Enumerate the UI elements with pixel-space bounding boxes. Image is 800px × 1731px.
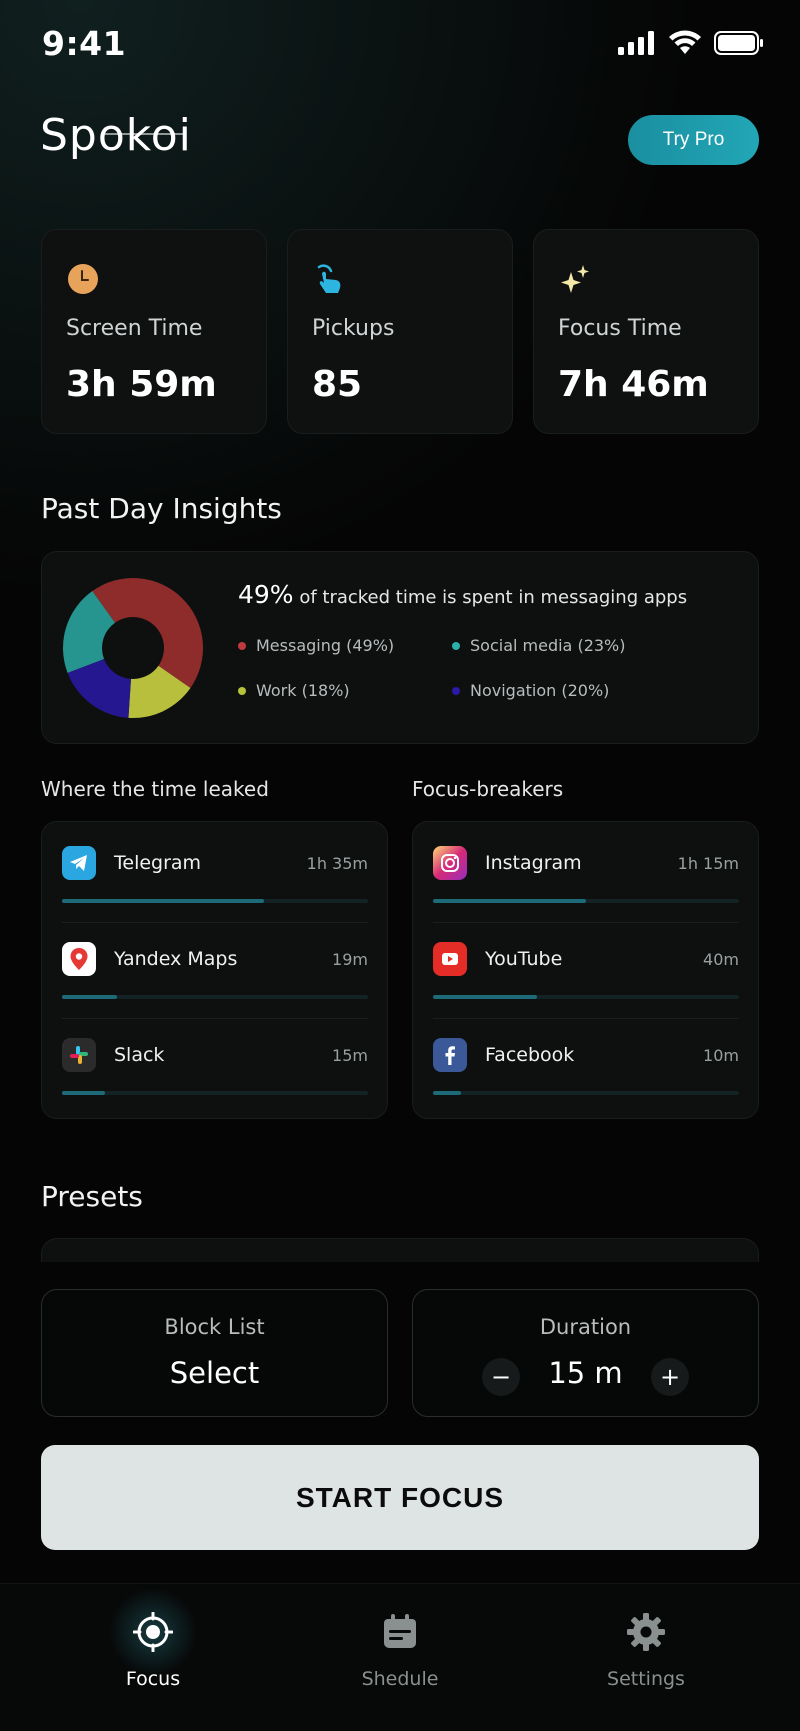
focus-breakers-card: Instagram 1h 15m YouTube 40m Facebook 10… xyxy=(412,821,759,1119)
usage-bar-fill xyxy=(62,995,118,999)
usage-bar-fill xyxy=(433,995,538,999)
usage-bar xyxy=(62,899,368,903)
legend-label: Work (18%) xyxy=(256,681,350,700)
legend-dot xyxy=(452,641,460,650)
app-name: Yandex Maps xyxy=(114,948,238,970)
instagram-icon xyxy=(433,846,467,880)
usage-bar-fill xyxy=(433,1091,461,1095)
app-row-youtube[interactable]: YouTube 40m xyxy=(433,918,739,1014)
status-time: 9:41 xyxy=(42,24,127,63)
legend-label: Social media (23%) xyxy=(470,636,626,655)
presets-title: Presets xyxy=(41,1180,143,1213)
duration-control: Duration 15 m − + xyxy=(412,1289,759,1417)
stat-label: Pickups xyxy=(312,316,395,341)
usage-bar xyxy=(433,899,739,903)
usage-bar xyxy=(433,995,739,999)
duration-decrease-button[interactable]: − xyxy=(482,1358,520,1396)
nav-item-schedule[interactable]: Shedule xyxy=(300,1610,500,1690)
nav-label: Settings xyxy=(607,1668,685,1690)
stat-label: Focus Time xyxy=(558,316,682,341)
stat-card-pickups[interactable]: Pickups 85 xyxy=(287,229,513,434)
duration-increase-button[interactable]: + xyxy=(651,1358,689,1396)
headline-percent: 49% xyxy=(238,580,294,609)
calendar-icon xyxy=(378,1610,422,1654)
insights-donut-chart xyxy=(62,578,203,718)
stat-value: 7h 46m xyxy=(558,364,709,405)
block-list-value: Select xyxy=(169,1356,260,1390)
usage-bar-fill xyxy=(62,1091,105,1095)
app-time: 10m xyxy=(703,1046,739,1065)
nav-item-focus[interactable]: Focus xyxy=(53,1587,253,1690)
wifi-icon xyxy=(669,30,701,54)
telegram-icon xyxy=(62,846,96,880)
app-time: 19m xyxy=(332,950,368,969)
legend-item: Social media (23%) xyxy=(452,636,626,655)
legend-item: Novigation (20%) xyxy=(452,681,609,700)
signal-icon xyxy=(618,30,654,55)
app-time: 15m xyxy=(332,1046,368,1065)
youtube-icon xyxy=(433,942,467,976)
insights-headline: 49% of tracked time is spent in messagin… xyxy=(238,580,687,609)
usage-bar-fill xyxy=(62,899,264,903)
block-list-selector[interactable]: Block List Select xyxy=(41,1289,388,1417)
facebook-icon xyxy=(433,1038,467,1072)
legend-dot xyxy=(238,686,246,695)
app-row-slack[interactable]: Slack 15m xyxy=(62,1014,368,1110)
duration-label: Duration xyxy=(539,1315,632,1339)
stat-value: 3h 59m xyxy=(66,364,217,405)
app-name: Telegram xyxy=(114,852,202,874)
usage-bar xyxy=(62,1091,368,1095)
clock-icon xyxy=(68,264,98,294)
headline-text: of tracked time is spent in messaging ap… xyxy=(299,587,688,608)
app-row-facebook[interactable]: Facebook 10m xyxy=(433,1014,739,1110)
stat-card-focus-time[interactable]: Focus Time 7h 46m xyxy=(533,229,759,434)
gear-icon xyxy=(624,1610,668,1654)
legend-label: Novigation (20%) xyxy=(470,681,610,700)
logo-strike xyxy=(105,133,185,135)
presets-carousel[interactable] xyxy=(41,1238,759,1262)
app-name: Instagram xyxy=(485,852,582,874)
insights-title: Past Day Insights xyxy=(41,492,282,525)
app-row-yandex-maps[interactable]: Yandex Maps 19m xyxy=(62,918,368,1014)
usage-bar xyxy=(433,1091,739,1095)
slack-icon xyxy=(62,1038,96,1072)
usage-bar-fill xyxy=(433,899,586,903)
legend-dot xyxy=(452,686,460,695)
try-pro-button[interactable]: Try Pro xyxy=(628,115,759,165)
legend-dot xyxy=(238,641,246,650)
status-icons xyxy=(618,30,764,55)
time-leaked-title: Where the time leaked xyxy=(41,777,269,801)
app-time: 1h 35m xyxy=(306,854,368,873)
app-row-instagram[interactable]: Instagram 1h 15m xyxy=(433,822,739,918)
time-leaked-card: Telegram 1h 35m Yandex Maps 19m Slack 15… xyxy=(41,821,388,1119)
nav-item-settings[interactable]: Settings xyxy=(546,1610,746,1690)
start-focus-button[interactable]: START FOCUS xyxy=(41,1445,759,1550)
block-list-label: Block List xyxy=(164,1315,265,1339)
tap-hand-icon xyxy=(317,264,341,293)
sparkles-icon xyxy=(561,265,589,293)
bottom-nav: Focus Shedule Settings xyxy=(0,1583,800,1731)
battery-icon xyxy=(714,30,763,55)
app-name: Facebook xyxy=(485,1044,575,1066)
legend-item: Work (18%) xyxy=(238,681,350,700)
legend-label: Messaging (49%) xyxy=(256,636,395,655)
usage-bar xyxy=(62,995,368,999)
app-time: 1h 15m xyxy=(677,854,739,873)
legend-item: Messaging (49%) xyxy=(238,636,394,655)
focus-breakers-title: Focus-breakers xyxy=(412,777,564,801)
stat-label: Screen Time xyxy=(66,316,203,341)
app-logo: Spokoi xyxy=(40,110,192,161)
app-time: 40m xyxy=(703,950,739,969)
duration-value: 15 m xyxy=(548,1356,623,1390)
nav-label: Shedule xyxy=(361,1668,439,1690)
stat-card-screen-time[interactable]: Screen Time 3h 59m xyxy=(41,229,267,434)
app-row-telegram[interactable]: Telegram 1h 35m xyxy=(62,822,368,918)
app-name: YouTube xyxy=(485,948,563,970)
stat-value: 85 xyxy=(312,364,363,405)
map-pin-icon xyxy=(62,942,96,976)
target-icon xyxy=(108,1587,198,1677)
app-name: Slack xyxy=(114,1044,165,1066)
